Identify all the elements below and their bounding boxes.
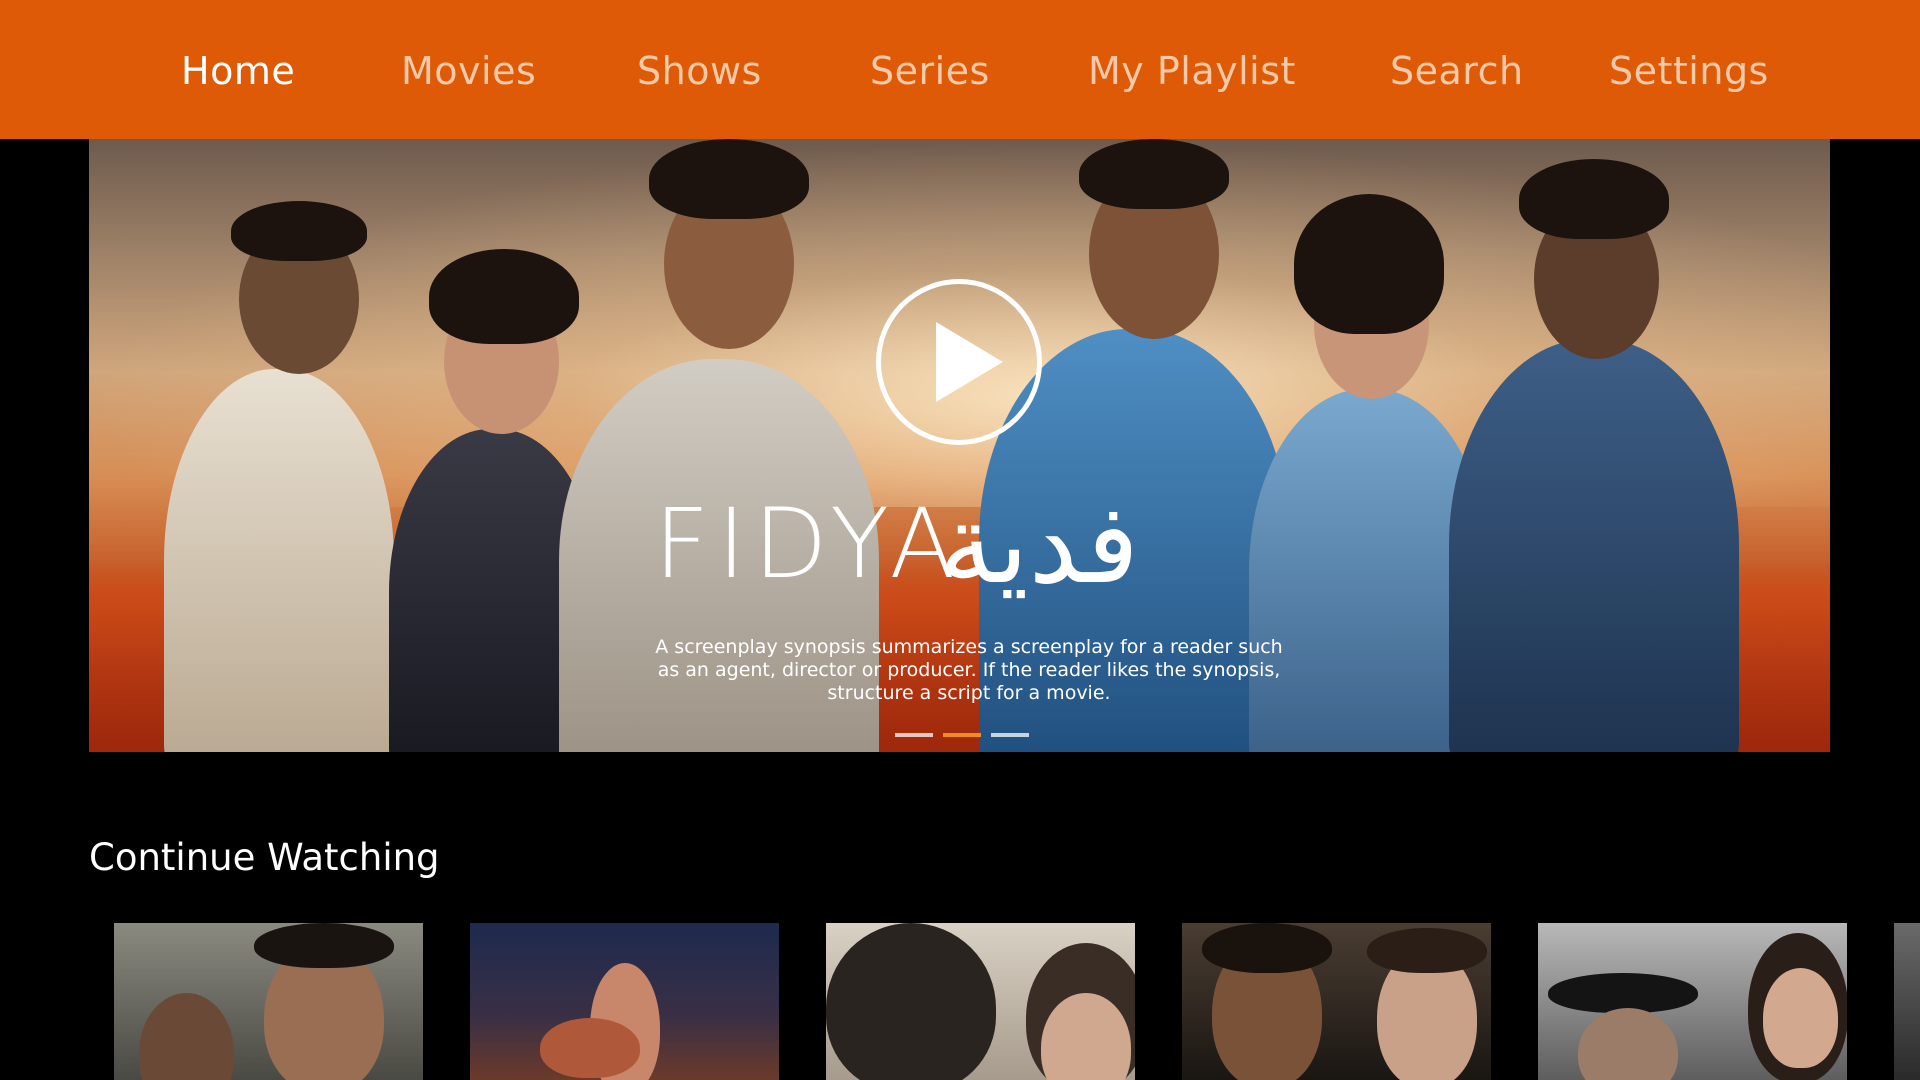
- hero-title-arabic: فدية: [939, 480, 1139, 608]
- continue-watching-title: Continue Watching: [89, 836, 440, 879]
- nav-item-shows[interactable]: Shows: [637, 48, 762, 94]
- hero-title: FIDYA: [654, 488, 964, 600]
- carousel-dot-1[interactable]: [895, 733, 933, 737]
- carousel-dot-2[interactable]: [943, 733, 981, 737]
- nav-item-series[interactable]: Series: [870, 48, 990, 94]
- continue-watching-item-1[interactable]: [114, 923, 423, 1080]
- continue-watching-item-3[interactable]: [826, 923, 1135, 1080]
- nav-item-settings[interactable]: Settings: [1609, 48, 1769, 94]
- nav-item-search[interactable]: Search: [1390, 48, 1524, 94]
- hero-synopsis: A screenplay synopsis summarizes a scree…: [655, 636, 1283, 704]
- carousel-dot-3[interactable]: [991, 733, 1029, 737]
- hero-banner[interactable]: FIDYA فدية A screenplay synopsis summari…: [89, 139, 1830, 752]
- top-nav-bar: Home Movies Shows Series My Playlist Sea…: [0, 0, 1920, 139]
- play-button[interactable]: [876, 279, 1042, 445]
- nav-item-movies[interactable]: Movies: [401, 48, 536, 94]
- continue-watching-item-4[interactable]: [1182, 923, 1491, 1080]
- nav-item-home[interactable]: Home: [181, 48, 295, 94]
- continue-watching-item-6[interactable]: [1894, 923, 1920, 1080]
- continue-watching-item-2[interactable]: [470, 923, 779, 1080]
- continue-watching-item-5[interactable]: [1538, 923, 1847, 1080]
- nav-item-my-playlist[interactable]: My Playlist: [1088, 48, 1296, 94]
- play-icon: [936, 322, 1003, 402]
